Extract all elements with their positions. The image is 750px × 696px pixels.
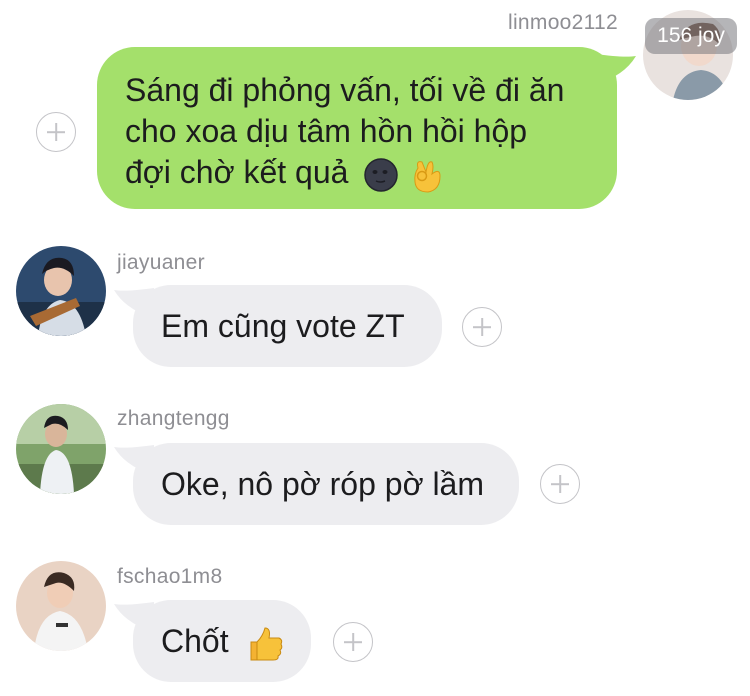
thumbs-up-icon: [237, 624, 285, 664]
message-bubble[interactable]: Chốt: [133, 600, 311, 682]
message-text: đợi chờ kết quả: [125, 154, 349, 190]
sender-username: zhangtengg: [117, 407, 230, 430]
sender-username: jiayuaner: [117, 251, 205, 274]
avatar[interactable]: [16, 561, 106, 651]
message-text-line: Sáng đi phỏng vấn, tối về đi ăn: [125, 72, 565, 108]
avatar[interactable]: [16, 246, 106, 336]
ok-hand-icon: [408, 156, 444, 194]
sender-username: fschao1m8: [117, 565, 223, 588]
add-reaction-button[interactable]: [462, 307, 502, 347]
watermark: 156 joy: [645, 18, 737, 54]
message-bubble[interactable]: Em cũng vote ZT: [133, 285, 442, 367]
add-reaction-button[interactable]: [333, 622, 373, 662]
add-reaction-button[interactable]: [540, 464, 580, 504]
message-text: Oke, nô pờ róp pờ lầm: [161, 466, 484, 502]
sender-username: linmoo2112: [508, 11, 619, 34]
message-text-line: cho xoa dịu tâm hồn hồi hộp: [125, 113, 528, 149]
message-bubble[interactable]: Sáng đi phỏng vấn, tối về đi ăn cho xoa …: [97, 47, 617, 209]
message-text: Em cũng vote ZT: [161, 308, 405, 344]
add-reaction-button[interactable]: [36, 112, 76, 152]
avatar[interactable]: [16, 404, 106, 494]
message-text: Chốt: [161, 623, 229, 659]
message-text-line: đợi chờ kết quả: [125, 152, 589, 194]
message-bubble[interactable]: Oke, nô pờ róp pờ lầm: [133, 443, 519, 525]
new-moon-face-icon: [357, 157, 399, 193]
